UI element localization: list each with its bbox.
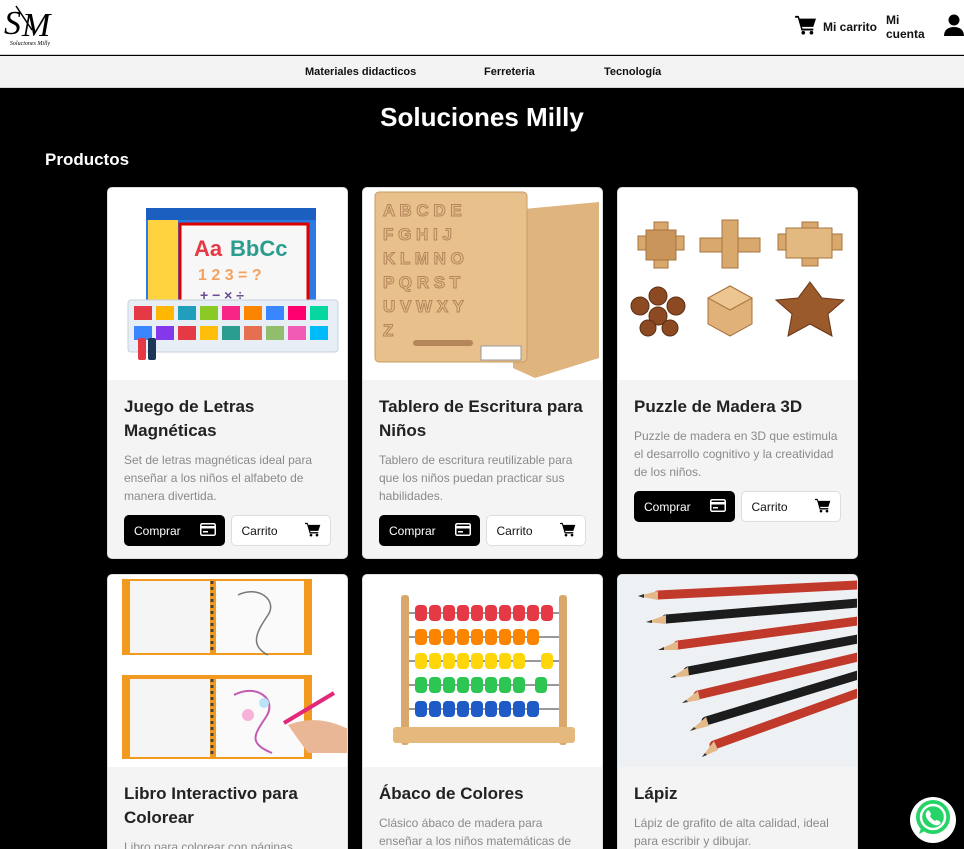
svg-text:P Q R S T: P Q R S T (383, 273, 461, 292)
buy-button-label: Comprar (644, 499, 691, 514)
product-description: Libro para colorear con páginas (124, 840, 293, 849)
cart-icon (795, 15, 823, 40)
add-to-cart-button[interactable]: Carrito (740, 491, 841, 522)
product-card: Aa BbCc 1 2 3 = ? + − × ÷ Juego de Letra… (107, 187, 348, 559)
product-card: Libro Interactivo para Colorear Libro pa… (107, 574, 348, 849)
svg-text:F G H I J: F G H I J (383, 225, 452, 244)
product-image[interactable] (618, 575, 857, 767)
cart-button-label: Carrito (241, 523, 278, 538)
cart-link[interactable]: Mi carrito (795, 14, 877, 40)
cart-button-label: Carrito (496, 523, 533, 538)
buy-button-label: Comprar (134, 523, 181, 538)
buy-button[interactable]: Comprar (124, 515, 225, 546)
svg-text:K L M N O: K L M N O (383, 249, 464, 268)
product-title: Ábaco de Colores (379, 784, 524, 803)
category-nav: Materiales didacticos Ferreteria Tecnolo… (0, 56, 964, 88)
product-title: Libro Interactivo para Colorear (124, 784, 298, 827)
logo[interactable]: S M Soluciones Milly (2, 2, 58, 52)
whatsapp-button[interactable] (910, 797, 956, 843)
product-image[interactable] (363, 575, 602, 767)
product-description: Tablero de escritura reutilizable para q… (379, 453, 573, 503)
cart-label: Mi carrito (823, 20, 878, 34)
product-description: Clásico ábaco de madera para enseñar a l… (379, 816, 572, 848)
credit-card-icon (709, 498, 726, 515)
product-image[interactable]: Aa BbCc 1 2 3 = ? + − × ÷ (108, 188, 347, 380)
nav-item-ferreteria[interactable]: Ferreteria (484, 66, 535, 78)
product-description: Set de letras magnéticas ideal para ense… (124, 453, 313, 503)
logo-text: Soluciones Milly (9, 41, 51, 47)
product-image[interactable]: A B C D E F G H I J K L M N O P Q R S T … (363, 188, 602, 380)
top-header: S M Soluciones Milly Mi carrito Mi cuent… (0, 0, 964, 55)
credit-card-icon (199, 522, 216, 539)
nav-item-materiales[interactable]: Materiales didacticos (305, 66, 416, 78)
buy-button-label: Comprar (389, 523, 436, 538)
cart-button-label: Carrito (751, 499, 788, 514)
product-card: A B C D E F G H I J K L M N O P Q R S T … (362, 187, 603, 559)
product-title: Tablero de Escritura para Niños (379, 397, 583, 440)
credit-card-icon (454, 522, 471, 539)
nav-item-tecnologia[interactable]: Tecnología (604, 66, 661, 78)
cart-icon (560, 522, 576, 540)
account-label: Mi cuenta (886, 13, 925, 41)
product-title: Juego de Letras Magnéticas (124, 397, 255, 440)
svg-text:1 2 3 = ?: 1 2 3 = ? (198, 267, 262, 284)
whatsapp-icon (913, 798, 953, 843)
product-card: Lápiz Lápiz de grafito de alta calidad, … (617, 574, 858, 849)
user-icon (939, 14, 964, 41)
svg-text:BbCc: BbCc (230, 236, 287, 261)
add-to-cart-button[interactable]: Carrito (485, 515, 586, 546)
cart-icon (815, 498, 831, 516)
buy-button[interactable]: Comprar (634, 491, 735, 522)
product-card: Puzzle de Madera 3D Puzzle de madera en … (617, 187, 858, 559)
product-title: Lápiz (634, 784, 678, 803)
svg-text:Z: Z (383, 321, 393, 340)
product-description: Lápiz de grafito de alta calidad, ideal … (634, 816, 829, 848)
account-link[interactable]: Mi cuenta (886, 13, 964, 41)
svg-text:Aa: Aa (194, 236, 223, 261)
add-to-cart-button[interactable]: Carrito (230, 515, 331, 546)
product-image[interactable] (108, 575, 347, 767)
site-title: Soluciones Milly (380, 102, 584, 132)
svg-text:U V W X Y: U V W X Y (383, 297, 465, 316)
section-title: Productos (45, 150, 130, 169)
product-card: Ábaco de Colores Clásico ábaco de madera… (362, 574, 603, 849)
svg-text:M: M (21, 7, 52, 42)
svg-text:A B C D E: A B C D E (383, 201, 462, 220)
product-image[interactable] (618, 188, 857, 380)
buy-button[interactable]: Comprar (379, 515, 480, 546)
cart-icon (305, 522, 321, 540)
product-description: Puzzle de madera en 3D que estimula el d… (634, 429, 838, 479)
product-title: Puzzle de Madera 3D (634, 397, 803, 416)
